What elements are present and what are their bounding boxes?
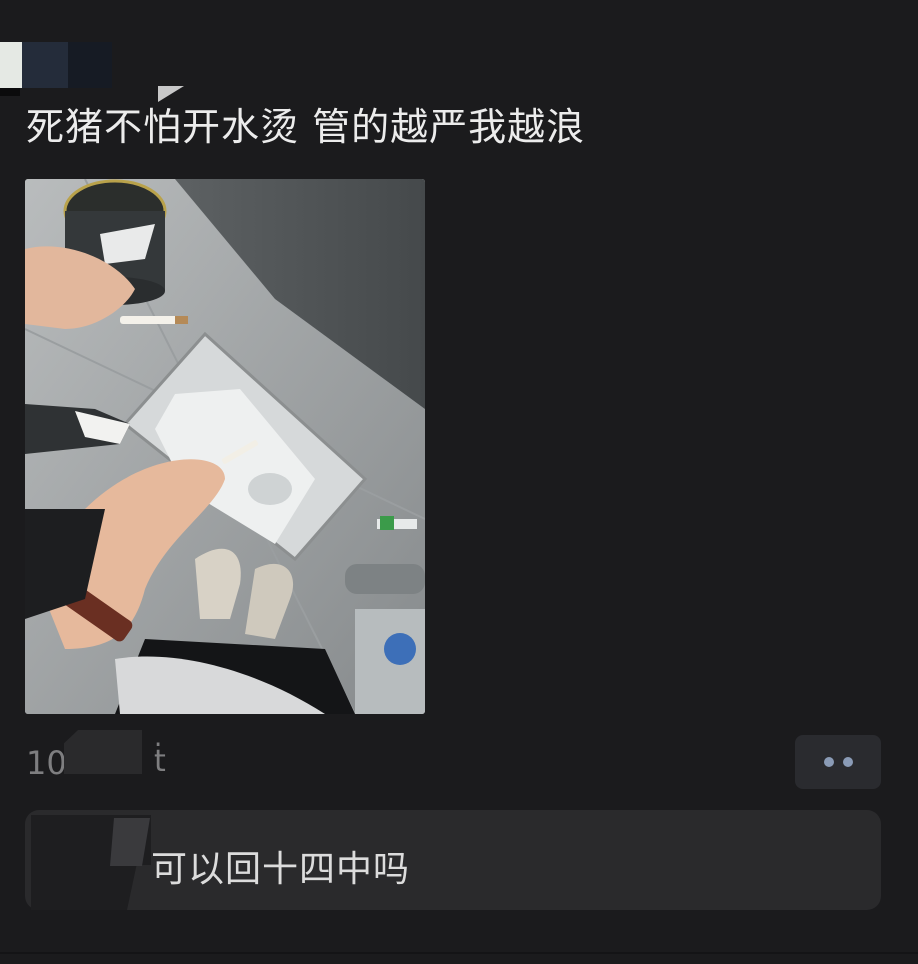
redaction-block: [64, 730, 142, 774]
post-photo[interactable]: [25, 179, 425, 714]
avatar-block: [68, 42, 112, 88]
more-dots-icon: [842, 757, 853, 767]
post-actions: 10 ṫ: [26, 730, 886, 790]
like-count[interactable]: 10: [26, 744, 67, 782]
avatar-shadow: [0, 88, 20, 96]
post-title: 死猪不怕开水烫 管的越严我越浪: [26, 105, 586, 149]
comment-card[interactable]: 可以回十四中吗: [25, 810, 881, 910]
post-page: 死猪不怕开水烫 管的越严我越浪 10 ṫ 可以回十四中吗: [0, 0, 918, 964]
avatar[interactable]: [0, 40, 120, 100]
photo-illustration: [25, 179, 425, 714]
more-dots-icon: [823, 757, 834, 767]
more-options-button[interactable]: [795, 735, 881, 789]
comment-text: 可以回十四中吗: [151, 849, 411, 890]
avatar-block: [0, 42, 22, 88]
share-icon[interactable]: ṫ: [154, 744, 166, 779]
divider: [0, 952, 918, 954]
avatar-block: [22, 42, 68, 88]
